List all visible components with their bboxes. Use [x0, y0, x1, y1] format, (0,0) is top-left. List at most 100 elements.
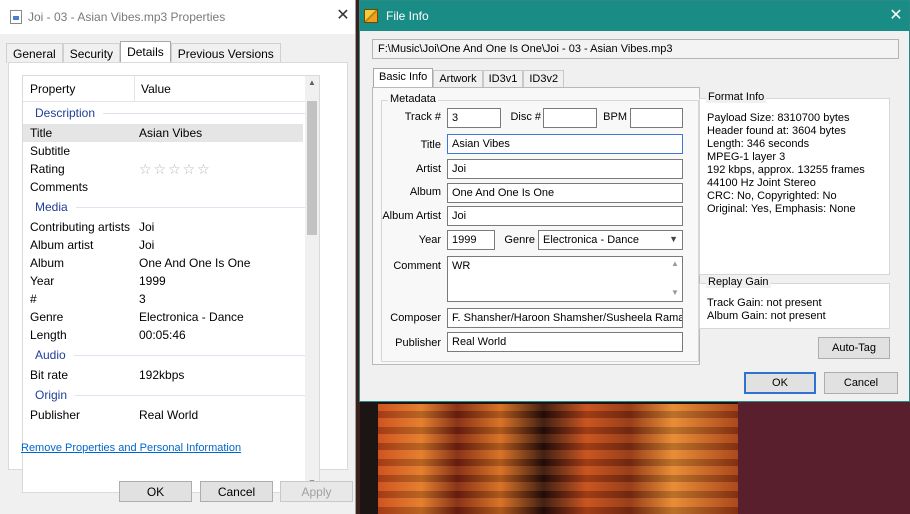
composer-label: Composer [390, 312, 441, 324]
comment-value: WR [452, 260, 471, 272]
format-info-group: Format Info Payload Size: 8310700 bytes … [699, 91, 890, 275]
property-name: Publisher [30, 408, 81, 422]
property-row-publisher[interactable]: Publisher Real World [23, 406, 319, 424]
file-path-field[interactable]: F:\Music\Joi\One And One Is One\Joi - 03… [372, 39, 899, 59]
album-gain-text: Album Gain: not present [707, 310, 826, 322]
property-name: Album [30, 256, 65, 270]
tab-details[interactable]: Details [120, 41, 171, 63]
tab-id3v1[interactable]: ID3v1 [482, 70, 524, 88]
property-value[interactable]: One And One Is One [135, 256, 250, 270]
scrollbar-thumb[interactable] [307, 101, 317, 235]
format-line: CRC: No, Copyrighted: No [707, 190, 837, 202]
property-row-year[interactable]: Year 1999 [23, 272, 319, 290]
tab-artwork[interactable]: Artwork [433, 70, 483, 88]
property-name: Rating [30, 162, 65, 176]
year-label: Year [418, 234, 441, 246]
format-line: MPEG-1 layer 3 [707, 151, 786, 163]
composer-input[interactable]: F. Shansher/Haroon Shamsher/Susheela Ram… [447, 308, 683, 328]
property-row-comments[interactable]: Comments [23, 178, 319, 196]
property-value[interactable]: Joi [135, 238, 154, 252]
scroll-up-icon[interactable]: ▲ [668, 259, 682, 268]
property-name: Length [30, 328, 67, 342]
scroll-down-icon[interactable]: ▼ [668, 288, 682, 297]
scroll-up-icon[interactable]: ▲ [305, 78, 319, 90]
property-name: Subtitle [30, 144, 71, 158]
property-row-contributing-artists[interactable]: Contributing artists Joi [23, 218, 319, 236]
tab-previous-versions[interactable]: Previous Versions [170, 43, 281, 63]
comment-scrollbar[interactable]: ▲ ▼ [668, 257, 682, 301]
metadata-legend: Metadata [388, 93, 438, 105]
year-input[interactable]: 1999 [447, 230, 495, 250]
property-value[interactable]: 192kbps [135, 368, 184, 382]
cancel-button[interactable]: Cancel [200, 481, 273, 502]
property-value[interactable]: 1999 [135, 274, 166, 288]
auto-tag-button[interactable]: Auto-Tag [818, 337, 890, 359]
property-value[interactable]: 3 [135, 292, 146, 306]
ok-button[interactable]: OK [744, 372, 816, 394]
details-list[interactable]: Property Value Description Title Asian V… [22, 75, 320, 493]
properties-titlebar: Joi - 03 - Asian Vibes.mp3 Properties [0, 0, 355, 34]
close-icon[interactable]: ✕ [885, 6, 907, 26]
album-artist-input[interactable]: Joi [447, 206, 683, 226]
title-label: Title [420, 139, 441, 151]
section-title: Media [35, 200, 68, 214]
disc-label: Disc # [510, 111, 541, 123]
close-icon[interactable]: ✕ [333, 6, 353, 26]
publisher-input[interactable]: Real World [447, 332, 683, 352]
column-header-property[interactable]: Property [23, 76, 135, 101]
remove-properties-link[interactable]: Remove Properties and Personal Informati… [21, 442, 241, 454]
format-line: Original: Yes, Emphasis: None [707, 203, 856, 215]
property-name: Year [30, 274, 55, 288]
property-value[interactable]: Asian Vibes [135, 126, 202, 140]
genre-label: Genre [504, 234, 535, 246]
property-row-length[interactable]: Length 00:05:46 [23, 326, 319, 344]
title-input[interactable]: Asian Vibes [447, 134, 683, 154]
property-row-subtitle[interactable]: Subtitle [23, 142, 319, 160]
background-panel [738, 400, 910, 514]
property-row-track-number[interactable]: # 3 [23, 290, 319, 308]
bpm-input[interactable] [630, 108, 683, 128]
chevron-down-icon[interactable]: ▼ [669, 234, 678, 244]
format-info-text: Payload Size: 8310700 bytes Header found… [707, 112, 865, 216]
format-line: 192 kbps, approx. 13255 frames [707, 164, 865, 176]
comment-textarea[interactable]: WR ▲ ▼ [447, 256, 683, 302]
replay-gain-text: Track Gain: not present Album Gain: not … [707, 297, 826, 323]
tab-security[interactable]: Security [62, 43, 121, 63]
artist-input[interactable]: Joi [447, 159, 683, 179]
property-name: Album artist [30, 238, 94, 252]
property-row-title[interactable]: Title Asian Vibes [23, 124, 303, 142]
vertical-scrollbar[interactable]: ▲ ▼ [305, 76, 319, 492]
track-gain-text: Track Gain: not present [707, 297, 822, 309]
album-input[interactable]: One And One Is One [447, 183, 683, 203]
apply-button[interactable]: Apply [280, 481, 353, 502]
property-value[interactable]: 00:05:46 [135, 328, 186, 342]
property-row-album[interactable]: Album One And One Is One [23, 254, 319, 272]
property-name: Comments [30, 180, 89, 194]
tab-basic-info[interactable]: Basic Info [373, 68, 434, 88]
column-header-value[interactable]: Value [135, 82, 171, 96]
property-value[interactable]: Electronica - Dance [135, 310, 244, 324]
section-title: Audio [35, 348, 66, 362]
property-value[interactable]: Real World [135, 408, 198, 422]
genre-select[interactable]: Electronica - Dance ▼ [538, 230, 683, 250]
property-row-bit-rate[interactable]: Bit rate 192kbps [23, 366, 319, 384]
property-row-album-artist[interactable]: Album artist Joi [23, 236, 319, 254]
list-header: Property Value [23, 76, 319, 102]
format-line: Header found at: 3604 bytes [707, 125, 846, 137]
tab-id3v2[interactable]: ID3v2 [523, 70, 565, 88]
audio-file-icon [10, 10, 22, 24]
property-row-rating[interactable]: Rating ☆☆☆☆☆ [23, 160, 319, 178]
rating-stars-icon[interactable]: ☆☆☆☆☆ [135, 161, 212, 178]
property-name: Title [30, 126, 53, 140]
ok-button[interactable]: OK [119, 481, 192, 502]
album-label: Album [409, 186, 441, 198]
track-input[interactable]: 3 [447, 108, 501, 128]
section-header-media: Media [23, 196, 319, 218]
tab-general[interactable]: General [6, 43, 63, 63]
disc-input[interactable] [543, 108, 597, 128]
property-row-genre[interactable]: Genre Electronica - Dance [23, 308, 319, 326]
property-value[interactable]: Joi [135, 220, 154, 234]
album-artist-label: Album Artist [382, 210, 441, 222]
winamp-icon [364, 9, 378, 23]
cancel-button[interactable]: Cancel [824, 372, 898, 394]
